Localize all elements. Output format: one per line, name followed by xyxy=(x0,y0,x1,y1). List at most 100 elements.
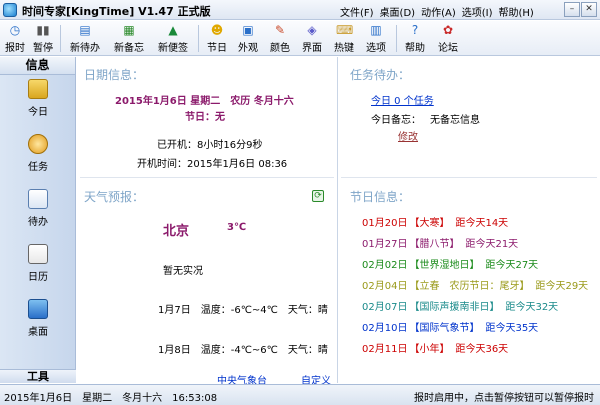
minimize-button[interactable]: – xyxy=(564,2,580,17)
festival-date: 01月20日 xyxy=(362,218,408,229)
help-button[interactable]: ? 帮助 xyxy=(402,23,428,54)
tasks-title: 任务待办： xyxy=(350,68,411,82)
close-button[interactable]: ✕ xyxy=(581,2,597,17)
appearance-button[interactable]: ▣ 外观 xyxy=(234,23,262,54)
sidebar-header: 信息 xyxy=(0,57,75,75)
menu-help[interactable]: 帮助(H) xyxy=(499,4,534,19)
appearance-label: 外观 xyxy=(238,43,258,54)
festival-name: 【立春 农历节日：尾牙】 xyxy=(409,281,530,292)
options-button[interactable]: ▥ 选项 xyxy=(362,23,390,54)
sidebar-item-label: 今日 xyxy=(28,107,48,118)
festival-row: 02月04日 【立春 农历节日：尾牙】 距今天29天 xyxy=(362,277,588,292)
sidebar-item-today[interactable]: 今日 xyxy=(0,79,76,118)
help-label: 帮助 xyxy=(405,43,425,54)
festival-row: 02月07日 【国际声援南非日】 距今天32天 xyxy=(362,298,558,313)
pause-button[interactable]: ▮▮ 暂停 xyxy=(30,23,56,54)
festival-row: 02月11日 【小年】 距今天36天 xyxy=(362,340,508,355)
festival-days: 距今天21天 xyxy=(465,239,519,250)
edit-memo-link[interactable]: 修改 xyxy=(398,128,418,143)
festival-name: 【小年】 xyxy=(409,344,450,355)
color-button[interactable]: ✎ 颜色 xyxy=(266,23,294,54)
menu-file[interactable]: 文件(F) xyxy=(340,4,374,19)
interface-button[interactable]: ◈ 界面 xyxy=(298,23,326,54)
hotkey-label: 热键 xyxy=(334,43,354,54)
festival-row: 01月20日 【大寒】 距今天14天 xyxy=(362,214,508,229)
festival-name: 【大寒】 xyxy=(409,218,450,229)
memo-label: 今日备忘： xyxy=(371,115,421,126)
festival-date: 02月10日 xyxy=(362,323,408,334)
new-todo-label: 新待办 xyxy=(70,43,100,54)
toolbar-separator xyxy=(198,25,199,52)
weather-city: 北京 xyxy=(163,224,190,239)
status-datetime: 2015年1月6日 星期二 冬月十六 16:53:08 xyxy=(4,393,218,404)
toolbar: ◷ 报时 ▮▮ 暂停 ▤ 新待办 ▦ 新备忘 ▲ 新便签 ☻ 节日 ▣ 外观 ✎… xyxy=(0,21,600,56)
sidebar-item-label: 任务 xyxy=(28,162,48,173)
help-icon: ? xyxy=(411,23,419,37)
options-label: 选项 xyxy=(366,43,386,54)
sidebar-tools-tab[interactable]: 工具 xyxy=(0,369,76,383)
festival-days: 距今天36天 xyxy=(455,344,509,355)
date-line: 2015年1月6日 星期二 农历 冬月十六 xyxy=(115,96,294,107)
alarm-clock-icon xyxy=(28,134,48,154)
chime-button[interactable]: ◷ 报时 xyxy=(4,23,26,54)
sidebar-item-tasks[interactable]: 任务 xyxy=(0,134,76,173)
festival-button[interactable]: ☻ 节日 xyxy=(204,23,230,54)
new-todo-icon: ▤ xyxy=(79,23,91,37)
forum-label: 论坛 xyxy=(438,43,458,54)
forum-button[interactable]: ✿ 论坛 xyxy=(434,23,462,54)
new-todo-button[interactable]: ▤ 新待办 xyxy=(66,23,104,54)
festival-label: 节日 xyxy=(207,43,227,54)
festival-line: 节日：无 xyxy=(185,112,225,123)
sidebar-item-label: 待办 xyxy=(28,217,48,228)
hotkey-button[interactable]: ⌨ 热键 xyxy=(330,23,358,54)
hotkey-icon: ⌨ xyxy=(336,23,354,37)
festival-name: 【世界湿地日】 xyxy=(409,260,480,271)
pause-icon: ▮▮ xyxy=(36,23,50,37)
sidebar-item-label: 日历 xyxy=(28,272,48,283)
forum-icon: ✿ xyxy=(442,23,454,37)
desktop-icon xyxy=(28,299,48,319)
today-tasks-link[interactable]: 今日 0 个任务 xyxy=(371,92,434,107)
new-memo-button[interactable]: ▦ 新备忘 xyxy=(110,23,148,54)
forecast-day-1: 1月7日 温度：-6℃~4℃ 天气：晴 xyxy=(158,305,328,316)
sidebar-item-desktop[interactable]: 桌面 xyxy=(0,299,76,338)
color-label: 颜色 xyxy=(270,43,290,54)
menu-options[interactable]: 选项(I) xyxy=(462,4,493,19)
panel-divider xyxy=(337,57,338,383)
boot-time-text: 开机时间：2015年1月6日 08:36 xyxy=(137,159,288,170)
weather-temp: 3℃ xyxy=(227,222,247,233)
appearance-icon: ▣ xyxy=(242,23,254,37)
sidebar-item-todo[interactable]: 待办 xyxy=(0,189,76,228)
new-note-button[interactable]: ▲ 新便签 xyxy=(154,23,192,54)
new-note-label: 新便签 xyxy=(158,43,188,54)
todo-list-icon xyxy=(28,189,48,209)
smiley-icon: ☻ xyxy=(210,23,224,37)
weather-live: 暂无实况 xyxy=(163,266,203,277)
chime-label: 报时 xyxy=(5,43,25,54)
festival-date: 02月11日 xyxy=(362,344,408,355)
window-title: 时间专家[KingTime] V1.47 正式版 xyxy=(22,5,211,18)
refresh-weather-icon[interactable]: ⟳ xyxy=(312,190,324,202)
interface-icon: ◈ xyxy=(307,23,317,37)
options-icon: ▥ xyxy=(370,23,382,37)
sidebar-item-label: 桌面 xyxy=(28,327,48,338)
uptime-text: 已开机：8小时16分9秒 xyxy=(157,140,263,151)
section-divider xyxy=(80,177,334,178)
new-memo-icon: ▦ xyxy=(123,23,135,37)
window-controls: – ✕ xyxy=(564,2,597,17)
palette-icon: ✎ xyxy=(274,23,286,37)
forecast-day-2: 1月8日 温度：-4℃~6℃ 天气：晴 xyxy=(158,345,328,356)
clock-icon: ◷ xyxy=(9,23,21,37)
toolbar-separator xyxy=(60,25,61,52)
interface-label: 界面 xyxy=(302,43,322,54)
festival-row: 02月10日 【国际气象节】 距今天35天 xyxy=(362,319,538,334)
new-memo-label: 新备忘 xyxy=(114,43,144,54)
pause-label: 暂停 xyxy=(33,43,53,54)
toolbar-separator xyxy=(396,25,397,52)
menu-desktop[interactable]: 桌面(D) xyxy=(380,4,416,19)
sidebar-item-calendar[interactable]: 日历 xyxy=(0,244,76,283)
clipboard-icon xyxy=(28,79,48,99)
menu-action[interactable]: 动作(A) xyxy=(421,4,456,19)
status-message: 报时启用中，点击暂停按钮可以暂停报时 xyxy=(414,393,594,404)
festival-name: 【腊八节】 xyxy=(409,239,460,250)
